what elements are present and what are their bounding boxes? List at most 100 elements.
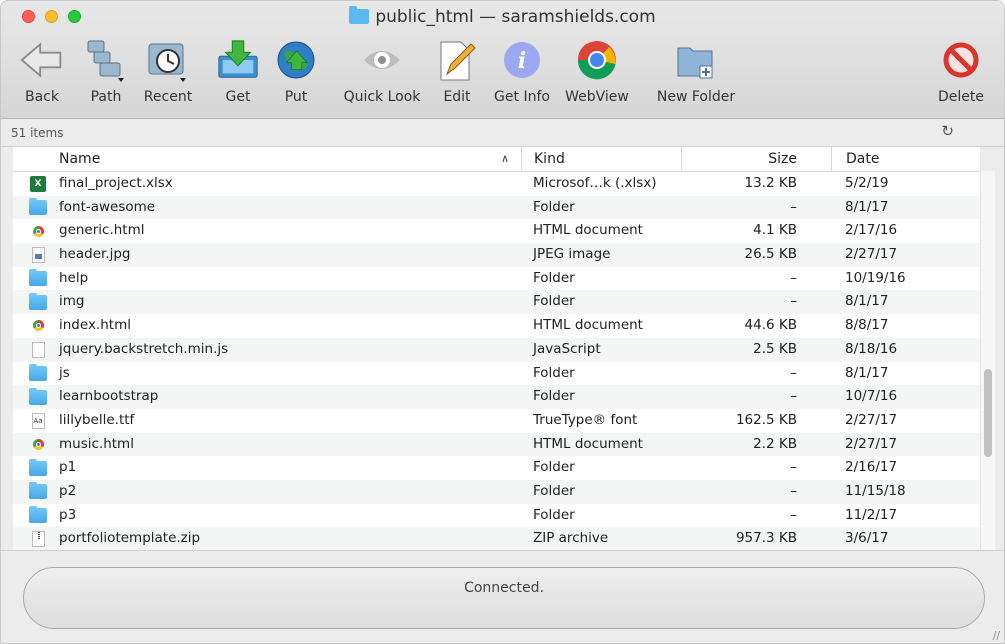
refresh-icon[interactable]: ↻	[941, 122, 954, 140]
file-name: jquery.backstretch.min.js	[59, 340, 229, 357]
file-name: font-awesome	[59, 198, 156, 215]
file-row[interactable]: p1 Folder – 2/16/17	[13, 456, 980, 480]
put-label: Put	[284, 89, 308, 105]
path-button[interactable]: Path	[81, 38, 131, 105]
connection-status: Connected.	[23, 567, 985, 629]
file-size: –	[790, 198, 797, 215]
download-icon	[216, 38, 260, 82]
column-header-size[interactable]: Size	[681, 147, 831, 171]
file-name-cell: generic.html	[13, 219, 521, 243]
file-row[interactable]: js Folder – 8/1/17	[13, 361, 980, 386]
folder-icon	[29, 505, 47, 523]
file-size: 26.5 KB	[744, 246, 797, 263]
new-folder-label: New Folder	[656, 89, 736, 105]
webview-button[interactable]: WebView	[563, 38, 631, 105]
file-name-cell: p1	[13, 456, 521, 480]
file-row[interactable]: Xfinal_project.xlsx Microsof…k (.xlsx) 13.…	[13, 172, 980, 196]
file-kind: TrueType® font	[533, 411, 638, 428]
svg-text:i: i	[518, 48, 526, 74]
file-row[interactable]: p3 Folder – 11/2/17	[13, 503, 980, 528]
webview-label: WebView	[565, 89, 629, 105]
recent-button[interactable]: Recent	[140, 38, 196, 105]
folder-icon	[29, 363, 47, 381]
file-date: 2/16/17	[845, 459, 898, 476]
file-row[interactable]: jquery.backstretch.min.js JavaScript 2.5 K…	[13, 337, 980, 362]
new-folder-button[interactable]: New Folder	[653, 38, 739, 105]
file-date: 2/27/17	[845, 411, 898, 428]
file-rows: Xfinal_project.xlsx Microsof…k (.xlsx) 13.…	[13, 172, 980, 550]
file-name-cell: img	[13, 290, 521, 314]
file-row[interactable]: p2 Folder – 11/15/18	[13, 479, 980, 504]
file-kind: Folder	[533, 459, 575, 476]
file-name-cell: font-awesome	[13, 196, 521, 220]
file-row[interactable]: music.html HTML document 2.2 KB 2/27/17	[13, 432, 980, 457]
new-folder-icon	[674, 38, 718, 82]
column-header-kind[interactable]: Kind	[521, 147, 681, 171]
quick-look-button[interactable]: Quick Look	[339, 38, 425, 105]
file-name: lillybelle.ttf	[59, 411, 135, 428]
folder-icon	[29, 482, 47, 500]
recent-clock-icon	[146, 38, 190, 82]
file-row[interactable]: index.html HTML document 44.6 KB 8/8/17	[13, 314, 980, 338]
file-size: 2.2 KB	[753, 435, 797, 452]
file-name-cell: index.html	[13, 314, 521, 338]
file-name-cell: header.jpg	[13, 243, 521, 267]
file-name-cell: js	[13, 362, 521, 386]
window-title: public_html — saramshields.com	[1, 6, 1004, 27]
file-date: 3/6/17	[845, 530, 889, 547]
file-row[interactable]: help Folder – 10/19/16	[13, 266, 980, 291]
title-toolbar-area: public_html — saramshields.com Back Path…	[1, 1, 1004, 119]
chrome-html-icon	[29, 436, 47, 452]
file-row[interactable]: Aa lillybelle.ttf TrueType® font 162.5 KB 2/…	[13, 408, 980, 433]
file-name: index.html	[59, 317, 131, 334]
file-name: final_project.xlsx	[59, 175, 173, 191]
column-header-size-label: Size	[768, 151, 797, 167]
file-row[interactable]: header.jpg JPEG image 26.5 KB 2/27/17	[13, 243, 980, 267]
file-row[interactable]: portfoliotemplate.zip ZIP archive 957.3 KB…	[13, 527, 980, 550]
delete-label: Delete	[938, 89, 984, 105]
edit-button[interactable]: Edit	[435, 38, 479, 105]
scrollbar-thumb[interactable]	[984, 369, 992, 457]
file-row[interactable]: font-awesome Folder – 8/1/17	[13, 195, 980, 220]
back-button[interactable]: Back	[15, 38, 69, 105]
file-row[interactable]: generic.html HTML document 4.1 KB 2/17/16	[13, 219, 980, 244]
back-arrow-icon	[20, 38, 64, 82]
file-name: generic.html	[59, 222, 145, 239]
file-date: 2/27/17	[845, 435, 898, 452]
delete-button[interactable]: Delete	[935, 38, 987, 105]
path-label: Path	[90, 89, 122, 105]
file-kind: Folder	[533, 198, 575, 215]
quick-look-label: Quick Look	[343, 89, 421, 105]
folder-icon	[29, 269, 47, 287]
file-kind: Microsof…k (.xlsx)	[533, 175, 657, 191]
file-kind: HTML document	[533, 435, 643, 452]
file-kind: ZIP archive	[533, 530, 609, 547]
recent-label: Recent	[143, 89, 193, 105]
connection-status-text: Connected.	[464, 580, 544, 596]
file-date: 11/15/18	[845, 482, 906, 499]
blank-file-icon	[29, 341, 47, 358]
edit-pencil-icon	[435, 38, 479, 82]
resize-grip-icon[interactable]: ∕∕	[993, 629, 1000, 642]
column-header-name[interactable]: Name ∧	[13, 147, 521, 171]
file-size: –	[790, 459, 797, 476]
window-title-text: public_html — saramshields.com	[375, 7, 656, 27]
chrome-html-icon	[29, 223, 47, 239]
get-info-button[interactable]: i Get Info	[491, 38, 553, 105]
file-name: img	[59, 293, 85, 310]
get-button[interactable]: Get	[215, 38, 261, 105]
get-label: Get	[225, 89, 251, 105]
file-size: 13.2 KB	[744, 175, 797, 191]
file-row[interactable]: img Folder – 8/1/17	[13, 290, 980, 315]
file-name-cell: p2	[13, 480, 521, 504]
file-name-cell: Aa lillybelle.ttf	[13, 409, 521, 433]
folder-icon	[29, 292, 47, 310]
put-button[interactable]: Put	[273, 38, 319, 105]
file-row[interactable]: learnbootstrap Folder – 10/7/16	[13, 385, 980, 409]
file-date: 10/19/16	[845, 269, 906, 286]
column-header-date[interactable]: Date	[831, 147, 980, 171]
vertical-scrollbar[interactable]	[980, 171, 995, 550]
sort-ascending-icon: ∧	[500, 152, 509, 165]
file-size: –	[790, 506, 797, 523]
file-date: 8/1/17	[845, 293, 889, 310]
